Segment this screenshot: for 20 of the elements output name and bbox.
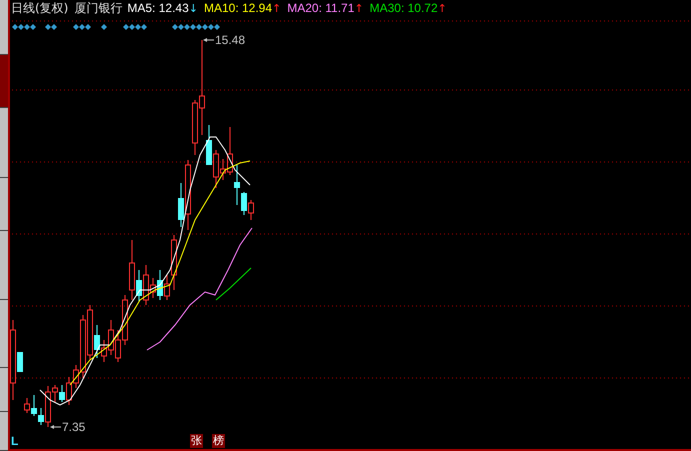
high-price-label: 15.48 [215,33,246,47]
trend-arrow: ↑ [272,2,282,15]
moving-average-value: MA20: 11.71 [287,1,354,15]
stock-name: 厦门银行 [74,0,122,17]
period-label: 日线(复权) [11,0,68,17]
axis-mode-label: L [11,435,18,448]
trend-arrow: ↓ [188,2,198,15]
moving-average-value: MA5: 12.43 [127,1,189,15]
diamond-icon [101,24,107,30]
trend-arrow: ↑ [354,2,364,15]
side-tab[interactable] [0,368,8,412]
moving-average-value: MA30: 10.72 [370,1,438,15]
leader-arrow [203,38,214,42]
event-badge[interactable]: 榜 [212,434,225,448]
side-tab[interactable] [0,412,8,451]
event-badge[interactable]: 张 [190,434,203,448]
low-price-label: 7.35 [62,420,86,434]
trend-arrow: ↑ [438,2,447,15]
moving-average-value: MA10: 12.94 [204,1,272,15]
leader-arrow [50,425,62,429]
